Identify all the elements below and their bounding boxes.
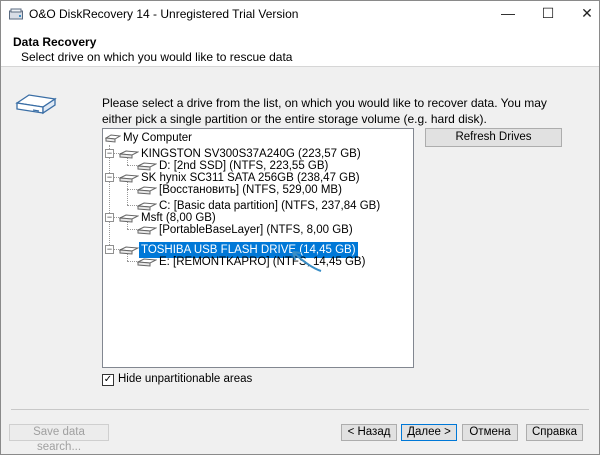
- disk-icon: [119, 174, 139, 183]
- next-button[interactable]: Далее >: [401, 424, 457, 441]
- expander-minus-icon[interactable]: −: [105, 213, 114, 222]
- partition-icon: [137, 258, 157, 267]
- minimize-button[interactable]: —: [488, 1, 528, 27]
- tree-partition-label: E: [REMONTKAPRO] (NTFS, 14,45 GB): [159, 256, 366, 268]
- wizard-header: Data Recovery Select drive on which you …: [1, 27, 599, 67]
- tree-line: [109, 145, 110, 249]
- hide-unpartitionable-checkbox[interactable]: ✓: [102, 374, 114, 386]
- tree-line: [127, 205, 137, 206]
- save-data-search-button[interactable]: Save data search...: [9, 424, 109, 453]
- expander-minus-icon[interactable]: −: [105, 245, 114, 254]
- tree-line: [127, 229, 137, 230]
- instructions-text: Please select a drive from the list, on …: [102, 96, 547, 126]
- hard-drive-icon: [15, 94, 57, 115]
- tree-root[interactable]: My Computer: [105, 130, 194, 146]
- tree-partition-label: [Восстановить] (NTFS, 529,00 MB): [159, 184, 342, 196]
- tree-root-label: My Computer: [123, 132, 193, 144]
- hide-unpartitionable-label: Hide unpartitionable areas: [118, 373, 253, 385]
- title-bar: O&O DiskRecovery 14 - Unregistered Trial…: [1, 1, 599, 27]
- partition-icon: [137, 186, 157, 195]
- pointer-arrow-icon: [292, 251, 322, 272]
- tree-partition[interactable]: [PortableBaseLayer] (NTFS, 8,00 GB): [137, 222, 355, 238]
- tree-partition[interactable]: [Восстановить] (NTFS, 529,00 MB): [137, 182, 344, 198]
- footer-divider: [11, 409, 589, 410]
- tree-partition-label: [PortableBaseLayer] (NTFS, 8,00 GB): [159, 224, 353, 236]
- tree-line: [127, 189, 137, 190]
- expander-minus-icon[interactable]: −: [105, 149, 114, 158]
- tree-line: [127, 165, 137, 166]
- maximize-button[interactable]: ☐: [528, 1, 568, 27]
- partition-icon: [137, 226, 157, 235]
- cancel-button[interactable]: Отмена: [462, 424, 518, 441]
- tree-partition[interactable]: E: [REMONTKAPRO] (NTFS, 14,45 GB): [137, 254, 367, 270]
- app-icon: [9, 8, 23, 20]
- page-title: Data Recovery: [13, 35, 97, 49]
- expander-minus-icon[interactable]: −: [105, 173, 114, 182]
- disk-icon: [119, 214, 139, 223]
- page-subtitle: Select drive on which you would like to …: [21, 50, 293, 64]
- help-button[interactable]: Справка: [526, 424, 583, 441]
- close-button[interactable]: ✕: [567, 1, 600, 27]
- disk-icon: [119, 150, 139, 159]
- tree-line: [127, 261, 137, 262]
- drive-tree[interactable]: My Computer − KINGSTON SV300S37A240G (22…: [102, 128, 414, 368]
- usb-drive-icon: [119, 246, 139, 255]
- computer-icon: [105, 134, 121, 143]
- main-window: O&O DiskRecovery 14 - Unregistered Trial…: [0, 0, 600, 455]
- refresh-drives-button[interactable]: Refresh Drives: [425, 128, 562, 147]
- window-title: O&O DiskRecovery 14 - Unregistered Trial…: [29, 7, 299, 21]
- back-button[interactable]: < Назад: [341, 424, 397, 441]
